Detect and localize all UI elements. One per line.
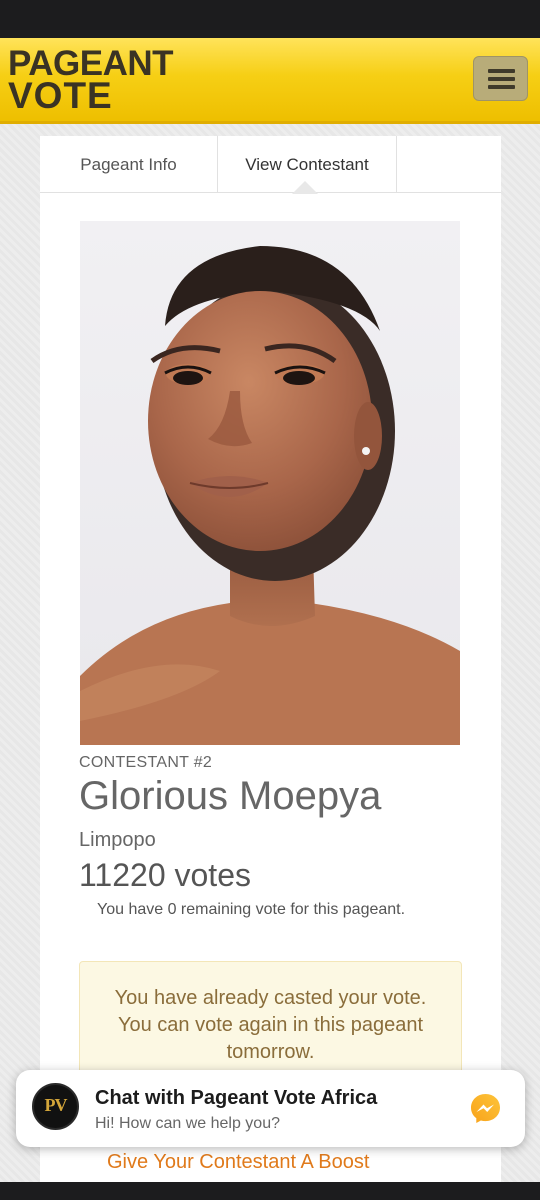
hamburger-bar bbox=[488, 77, 515, 81]
system-nav-bar bbox=[0, 1182, 540, 1200]
chat-subtitle: Hi! How can we help you? bbox=[95, 1115, 280, 1132]
chat-widget[interactable]: PV Chat with Pageant Vote Africa Hi! How… bbox=[16, 1070, 525, 1147]
chat-avatar: PV bbox=[32, 1083, 79, 1130]
tab-bar: Pageant Info View Contestant bbox=[40, 136, 501, 193]
contestant-photo bbox=[80, 221, 460, 745]
hamburger-menu-icon bbox=[488, 69, 515, 73]
alert-line-2: You can vote again in this pageant bbox=[117, 1014, 424, 1036]
app-header: PAGEANT VOTE bbox=[0, 38, 540, 124]
boost-contestant-link[interactable]: Give Your Contestant A Boost bbox=[107, 1151, 369, 1174]
pageant-vote-logo[interactable]: PAGEANT VOTE bbox=[8, 46, 174, 114]
alert-line-3: tomorrow. bbox=[226, 1041, 315, 1063]
remaining-votes-note: You have 0 remaining vote for this pagea… bbox=[97, 901, 406, 918]
contestant-number: CONTESTANT #2 bbox=[79, 754, 213, 771]
active-tab-caret bbox=[292, 181, 318, 194]
chat-title: Chat with Pageant Vote Africa bbox=[95, 1087, 378, 1109]
vote-count: 11220 votes bbox=[79, 857, 251, 893]
contestant-region: Limpopo bbox=[79, 829, 156, 851]
contestant-name: Glorious Moepya bbox=[79, 774, 382, 818]
alert-line-1: You have already casted your vote. bbox=[114, 987, 427, 1009]
tab-pageant-info[interactable]: Pageant Info bbox=[40, 136, 218, 193]
avatar-logo-text: PV bbox=[44, 1095, 68, 1115]
status-bar bbox=[0, 0, 540, 38]
hamburger-bar bbox=[488, 85, 515, 89]
messenger-icon[interactable] bbox=[469, 1092, 502, 1125]
hamburger-menu-button[interactable] bbox=[473, 56, 528, 101]
